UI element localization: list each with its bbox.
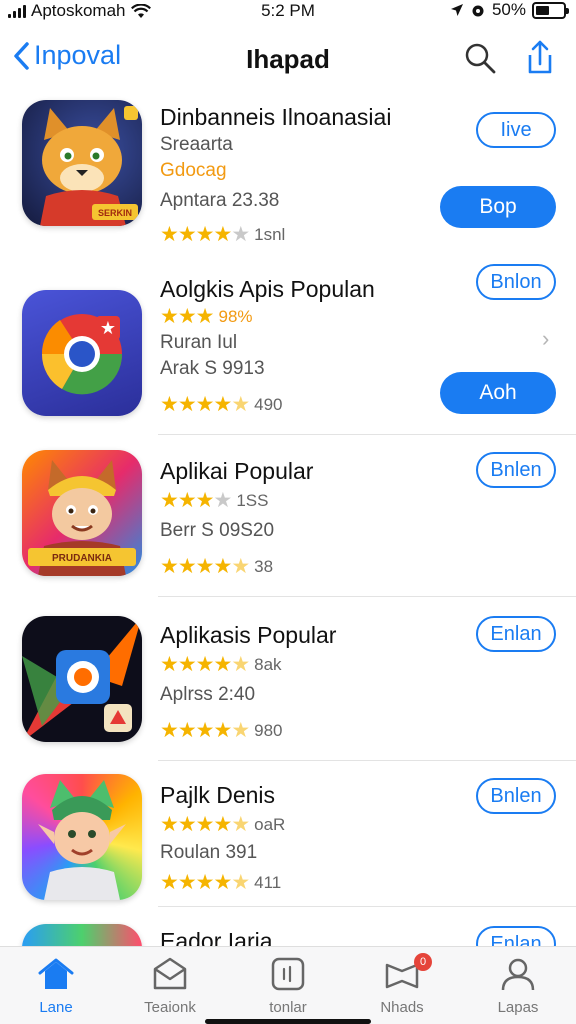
list-item[interactable]: PRUDANKIA Aplikai Popular ★★★★ 1SS Berr … <box>0 450 576 600</box>
star-rating-icon: ★★★★★ <box>160 719 250 742</box>
tab-updates[interactable]: 0 Nhads <box>352 953 452 1016</box>
app-action-button[interactable]: Iive <box>476 112 556 148</box>
battery-percent: 50% <box>491 0 526 19</box>
app-price-text: Arak S 9913 <box>160 358 265 379</box>
rating-count: 8ak <box>254 654 282 674</box>
app-title: Dinbanneis Ilnoanasiai <box>160 104 392 130</box>
rating-stars: ★★★ 98% <box>160 304 253 329</box>
svg-text:PRUDANKIA: PRUDANKIA <box>52 553 112 564</box>
list-item[interactable]: SERKIN Dinbanneis Ilnoanasiai Sreaarta G… <box>0 100 576 266</box>
divider <box>158 760 576 761</box>
app-subtitle: Ruran Iul <box>160 332 238 353</box>
app-action-button[interactable]: Bnlen <box>476 452 556 488</box>
divider <box>158 434 576 435</box>
home-indicator <box>205 1019 371 1024</box>
app-title: Aplikasis Popular <box>160 622 337 648</box>
rating-count: 980 <box>254 720 283 740</box>
divider <box>158 596 576 597</box>
tab-messages[interactable]: Teaionk <box>120 957 220 1016</box>
rating-stars: ★★★★★ 490 <box>160 392 283 417</box>
list-item[interactable]: ★ Aolgkis Apis Populan ★★★ 98% Ruran Iul… <box>0 264 576 436</box>
star-rating-icon: ★★★★★ <box>160 813 250 836</box>
cat-hero-icon[interactable]: PRUDANKIA <box>22 450 142 576</box>
rating-stars: ★★★★★ 980 <box>160 718 283 743</box>
app-action-button[interactable]: Bnlon <box>476 264 556 300</box>
star-rating-icon: ★★★★★ <box>160 653 250 676</box>
share-icon[interactable] <box>522 38 558 78</box>
elf-character-icon[interactable] <box>22 774 142 900</box>
tab-profile[interactable]: Lapas <box>468 957 568 1016</box>
tab-apps[interactable]: tonlar <box>238 957 338 1016</box>
chat-app-icon[interactable] <box>22 616 142 742</box>
open-button[interactable]: Aoh <box>440 372 556 414</box>
rating-count: 1snl <box>254 224 286 244</box>
tab-label: tonlar <box>269 999 307 1016</box>
browser-app-icon[interactable]: ★ <box>22 290 142 416</box>
svg-text:★: ★ <box>100 318 116 338</box>
app-price: Apntara 23.38 <box>160 190 280 211</box>
app-category: Gdocag <box>160 160 227 181</box>
mail-icon <box>153 957 187 990</box>
location-icon <box>450 4 463 16</box>
app-price: Arak S 9913 <box>160 358 265 380</box>
tab-label: Lane <box>39 999 73 1016</box>
star-rating-icon: ★★★★ <box>160 489 232 512</box>
rating-count: 38 <box>254 556 274 576</box>
tab-label: Nhads <box>380 999 424 1016</box>
rating-count: 490 <box>254 394 283 414</box>
list-item[interactable]: Aplikasis Popular ★★★★★ 8ak Aplrss 2:40 … <box>0 616 576 762</box>
star-rating-icon: ★★★ <box>160 305 214 328</box>
star-rating-icon: ★★★★★ <box>160 393 250 416</box>
navigation-bar: Inpoval Ihapad <box>0 30 576 88</box>
app-price: Roulan 391 <box>160 842 258 863</box>
rating-stars: ★★★★★ 411 <box>160 870 281 895</box>
app-price: Berr S 09S20 <box>160 520 275 541</box>
app-title: Aolgkis Apis Populan <box>160 276 375 302</box>
tab-home[interactable]: Lane <box>6 957 106 1016</box>
app-title: Pajlk Denis <box>160 782 276 808</box>
divider <box>158 906 576 907</box>
app-action-button[interactable]: Enlan <box>476 616 556 652</box>
alarm-icon <box>472 5 484 17</box>
tab-bar: Lane Teaionk tonlar 0 Nhads Lapas <box>0 946 576 1024</box>
rating-stars: ★★★★★ 38 <box>160 554 273 579</box>
search-icon[interactable] <box>462 40 498 76</box>
get-button[interactable]: Bop <box>440 186 556 228</box>
app-action-button[interactable]: Bnlen <box>476 778 556 814</box>
rating-count: oaR <box>254 814 286 834</box>
notification-badge: 0 <box>414 953 432 971</box>
rating-stars: ★★★★★ oaR <box>160 812 285 837</box>
chevron-right-icon[interactable]: › <box>542 326 549 352</box>
rating-percent: 98% <box>218 306 253 326</box>
rating-stars: ★★★★★ 1snl <box>160 222 285 247</box>
star-rating-icon: ★★★★★ <box>160 223 250 246</box>
tab-label: Teaionk <box>144 999 196 1016</box>
rating-count: 1SS <box>236 490 269 510</box>
home-icon <box>38 958 74 989</box>
star-rating-icon: ★★★★★ <box>160 555 250 578</box>
rating-stars: ★★★★★ 8ak <box>160 652 282 677</box>
app-price: Aplrss 2:40 <box>160 684 256 705</box>
star-rating-icon: ★★★★★ <box>160 871 250 894</box>
rating-stars: ★★★★ 1SS <box>160 488 268 513</box>
svg-text:SERKIN: SERKIN <box>98 208 132 218</box>
rating-count: 411 <box>254 872 282 892</box>
app-subtitle: Sreaarta <box>160 134 233 155</box>
fox-hero-icon[interactable]: SERKIN <box>22 100 142 226</box>
battery-icon <box>532 1 569 19</box>
list-item[interactable]: Pajlk Denis ★★★★★ oaR Roulan 391 ★★★★★ 4… <box>0 774 576 908</box>
profile-icon <box>501 958 535 991</box>
status-bar: Aptoskomah 5:2 PM 50% <box>0 0 576 22</box>
tab-label: Lapas <box>497 999 539 1016</box>
apps-icon <box>271 957 305 991</box>
app-title: Aplikai Popular <box>160 458 314 484</box>
